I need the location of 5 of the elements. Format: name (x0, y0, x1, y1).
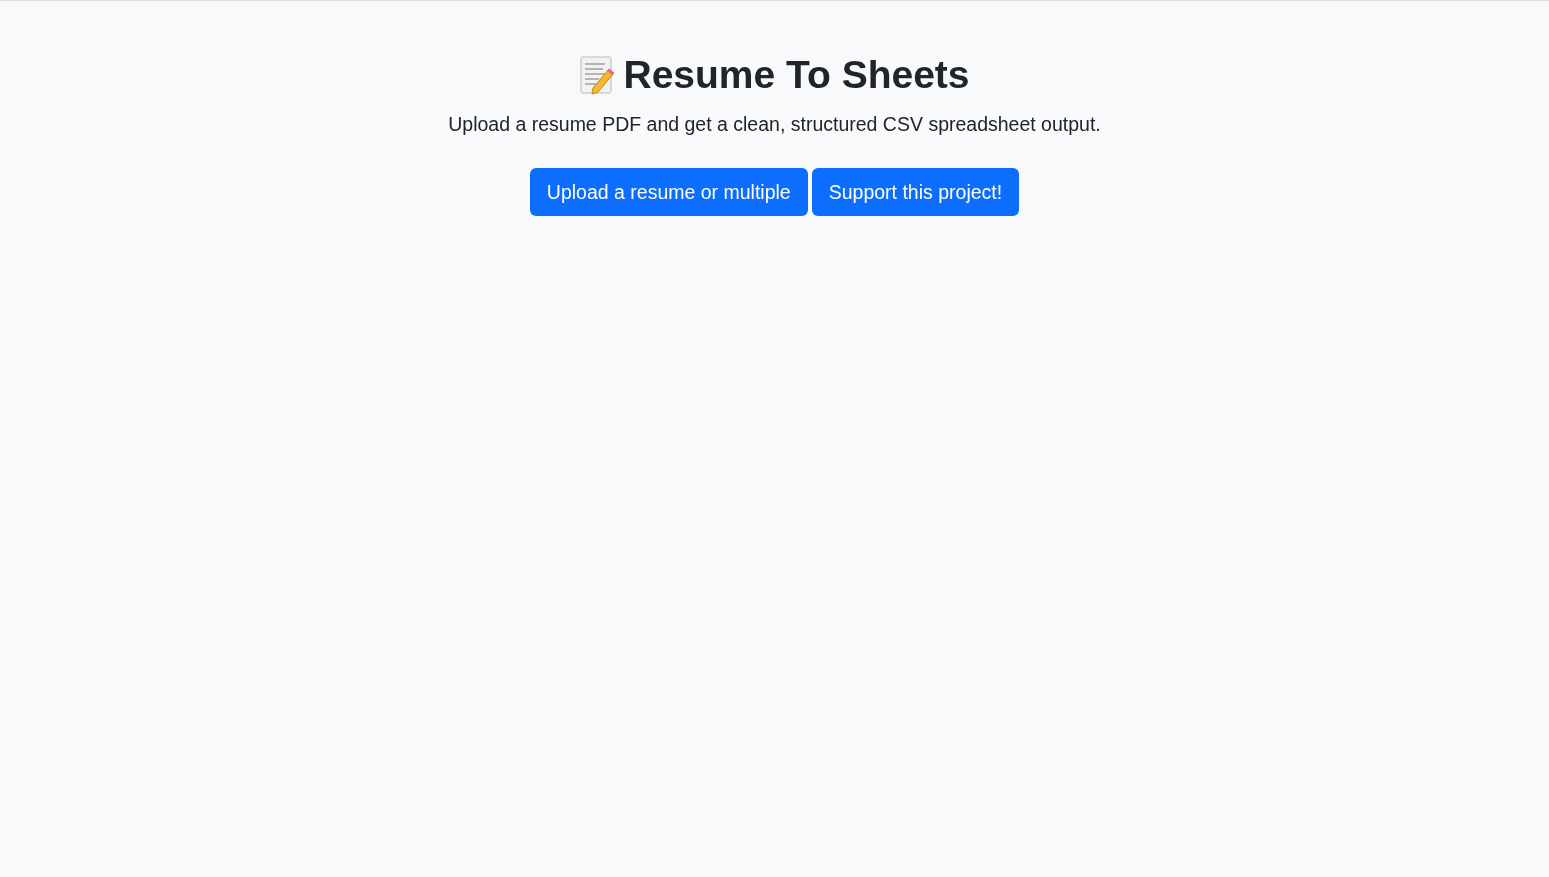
primary-button[interactable]: Support this project! (811, 168, 1020, 216)
primary-button[interactable]: Upload a resume or multiple (529, 168, 808, 216)
page-title: Resume To Sheets (623, 52, 970, 98)
subtitle: Upload a resume PDF and get a clean, structured CSV spreadsheet output. (448, 113, 1101, 136)
memo-pencil-icon (579, 55, 616, 95)
